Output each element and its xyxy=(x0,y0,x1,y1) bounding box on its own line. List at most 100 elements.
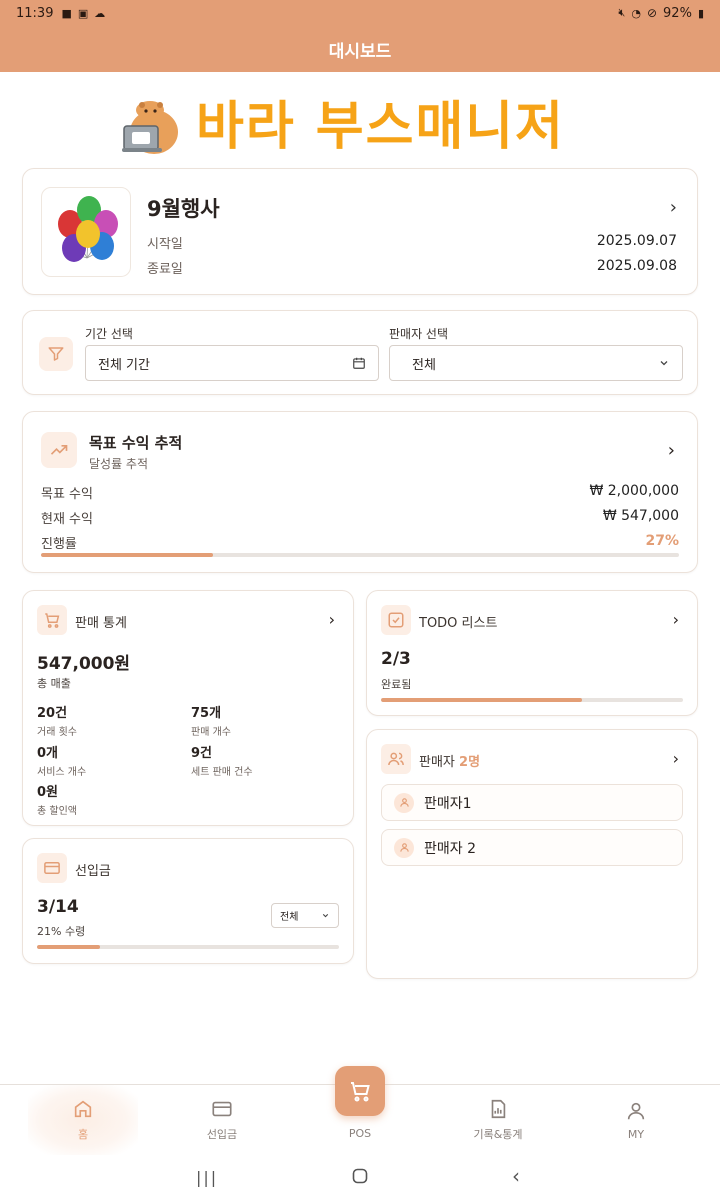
logo-text: 바라 부스매니저 xyxy=(196,97,565,157)
current-label: 현재 수익 xyxy=(41,512,93,527)
todo-title: TODO 리스트 xyxy=(419,616,498,631)
nav-records-label: 기록&통계 xyxy=(473,1128,523,1141)
video-icon: ■ xyxy=(61,6,72,20)
filter-card: 기간 선택 전체 기간 판매자 선택 전체 xyxy=(22,310,698,395)
seller-select[interactable]: 전체 xyxy=(389,345,683,381)
prepayment-progress-bar xyxy=(37,945,339,949)
event-card[interactable]: 9월행사 › 시작일 2025.09.07 종료일 2025.09.08 xyxy=(22,168,698,295)
sellers-title: 판매자 2명 xyxy=(419,751,480,770)
page-title: 대시보드 xyxy=(328,41,392,62)
image-icon: ▣ xyxy=(77,6,89,20)
end-date-label: 종료일 xyxy=(147,262,183,277)
system-nav-bar: ||| ‹ xyxy=(0,1156,720,1200)
recent-apps-icon[interactable]: ||| xyxy=(196,1168,218,1187)
progress-label: 진행률 xyxy=(41,537,77,552)
app-bar: 대시보드 xyxy=(0,26,720,72)
period-value: 전체 기간 xyxy=(98,357,150,373)
seller-name: 판매자1 xyxy=(424,795,472,812)
balloons-icon xyxy=(58,196,118,262)
current-row: 현재 수익 ₩ 547,000 xyxy=(41,508,679,527)
chevron-down-icon xyxy=(660,361,668,366)
goal-progress-bar xyxy=(41,553,679,557)
prepayment-filter-select[interactable]: 전체 xyxy=(271,903,339,928)
credit-card-icon xyxy=(37,853,67,883)
stat-service-count: 0개 서비스 개수 xyxy=(37,742,86,778)
sellers-title-text: 판매자 xyxy=(419,755,455,770)
prepayment-title: 선입금 xyxy=(75,864,111,879)
user-avatar-icon xyxy=(394,837,414,858)
chevron-right-icon[interactable]: › xyxy=(329,610,335,629)
event-thumbnail xyxy=(41,187,131,277)
home-system-icon[interactable] xyxy=(352,1168,368,1188)
sales-stats-card[interactable]: 판매 통계 › 547,000원 총 매출 20건 거래 횟수 75개 판매 개… xyxy=(22,590,354,826)
nav-prepayment[interactable]: 선입금 xyxy=(167,1085,277,1155)
stat-label: 총 할인액 xyxy=(37,806,77,817)
sales-title: 판매 통계 xyxy=(75,616,127,631)
capybara-mascot-icon xyxy=(122,101,178,154)
stat-value: 20건 xyxy=(37,706,68,721)
prepayment-label: 21% 수령 xyxy=(37,925,86,938)
goal-progress-fill xyxy=(41,553,214,557)
checkbox-icon xyxy=(381,605,411,635)
battery-icon: ▮ xyxy=(697,6,704,20)
credit-card-icon xyxy=(212,1101,232,1117)
progress-percent: 27% xyxy=(645,533,679,549)
seller-select-label: 판매자 선택 xyxy=(389,327,449,341)
end-date-value: 2025.09.08 xyxy=(596,258,677,274)
stat-label: 거래 횟수 xyxy=(37,727,77,738)
goal-title: 목표 수익 추적 xyxy=(89,434,183,452)
mute-icon: 🔇︎ xyxy=(618,6,626,19)
status-time: 11:39 xyxy=(16,5,54,21)
wifi-icon: ◔ xyxy=(631,6,641,20)
users-icon xyxy=(381,744,411,774)
pos-button[interactable] xyxy=(335,1066,385,1116)
goal-card[interactable]: 목표 수익 추적 달성률 추적 › 목표 수익 ₩ 2,000,000 현재 수… xyxy=(22,411,698,573)
stat-items-sold: 75개 판매 개수 xyxy=(191,702,231,738)
stat-value: 0원 xyxy=(37,785,59,800)
cart-icon xyxy=(351,1082,370,1102)
stat-label: 세트 판매 건수 xyxy=(191,767,253,778)
todo-card[interactable]: TODO 리스트 › 2/3 완료됨 xyxy=(366,590,698,716)
chevron-right-icon[interactable]: › xyxy=(670,197,677,218)
event-start-row: 시작일 2025.09.07 xyxy=(147,233,677,252)
nav-my[interactable]: MY xyxy=(581,1085,691,1155)
chevron-right-icon[interactable]: › xyxy=(673,610,679,629)
stat-value: 0개 xyxy=(37,746,59,761)
trending-up-icon xyxy=(41,432,77,468)
current-value: ₩ 547,000 xyxy=(602,508,679,524)
status-bar: 11:39 ■ ▣ ☁ 🔇︎ ◔ ⊘ 92% ▮ xyxy=(0,0,720,26)
prepayment-progress-fill xyxy=(37,945,101,949)
sales-total: 547,000원 xyxy=(37,654,131,674)
period-select[interactable]: 전체 기간 xyxy=(85,345,379,381)
stat-value: 75개 xyxy=(191,706,222,721)
chevron-right-icon[interactable]: › xyxy=(673,749,679,768)
seller-name: 판매자 2 xyxy=(424,840,476,857)
nav-home-label: 홈 xyxy=(77,1128,89,1141)
home-icon xyxy=(74,1100,92,1118)
chevron-right-icon[interactable]: › xyxy=(668,440,675,461)
cart-icon xyxy=(37,605,67,635)
nav-home[interactable]: 홈 xyxy=(28,1085,138,1155)
chevron-down-icon xyxy=(322,913,329,918)
stat-transactions: 20건 거래 횟수 xyxy=(37,702,77,738)
todo-value: 2/3 xyxy=(381,649,411,669)
user-avatar-icon xyxy=(394,792,414,813)
target-row: 목표 수익 ₩ 2,000,000 xyxy=(41,483,679,502)
prepayment-card[interactable]: 선입금 3/14 21% 수령 전체 xyxy=(22,838,354,964)
period-label: 기간 선택 xyxy=(85,327,133,341)
cloud-icon: ☁ xyxy=(94,6,106,20)
report-icon xyxy=(491,1099,506,1119)
pos-label: POS xyxy=(348,1127,372,1140)
user-icon xyxy=(627,1102,645,1119)
event-end-row: 종료일 2025.09.08 xyxy=(147,258,677,277)
prepayment-value: 3/14 xyxy=(37,897,79,917)
seller-item[interactable]: 판매자 2 xyxy=(381,829,683,866)
sellers-card[interactable]: 판매자 2명 › 판매자1 판매자 2 xyxy=(366,729,698,979)
nav-records[interactable]: 기록&통계 xyxy=(443,1085,553,1155)
back-icon[interactable]: ‹ xyxy=(512,1164,520,1188)
seller-item[interactable]: 판매자1 xyxy=(381,784,683,821)
todo-progress-bar xyxy=(381,698,683,702)
stat-label: 판매 개수 xyxy=(191,727,231,738)
target-label: 목표 수익 xyxy=(41,487,93,502)
start-date-value: 2025.09.07 xyxy=(596,233,677,249)
